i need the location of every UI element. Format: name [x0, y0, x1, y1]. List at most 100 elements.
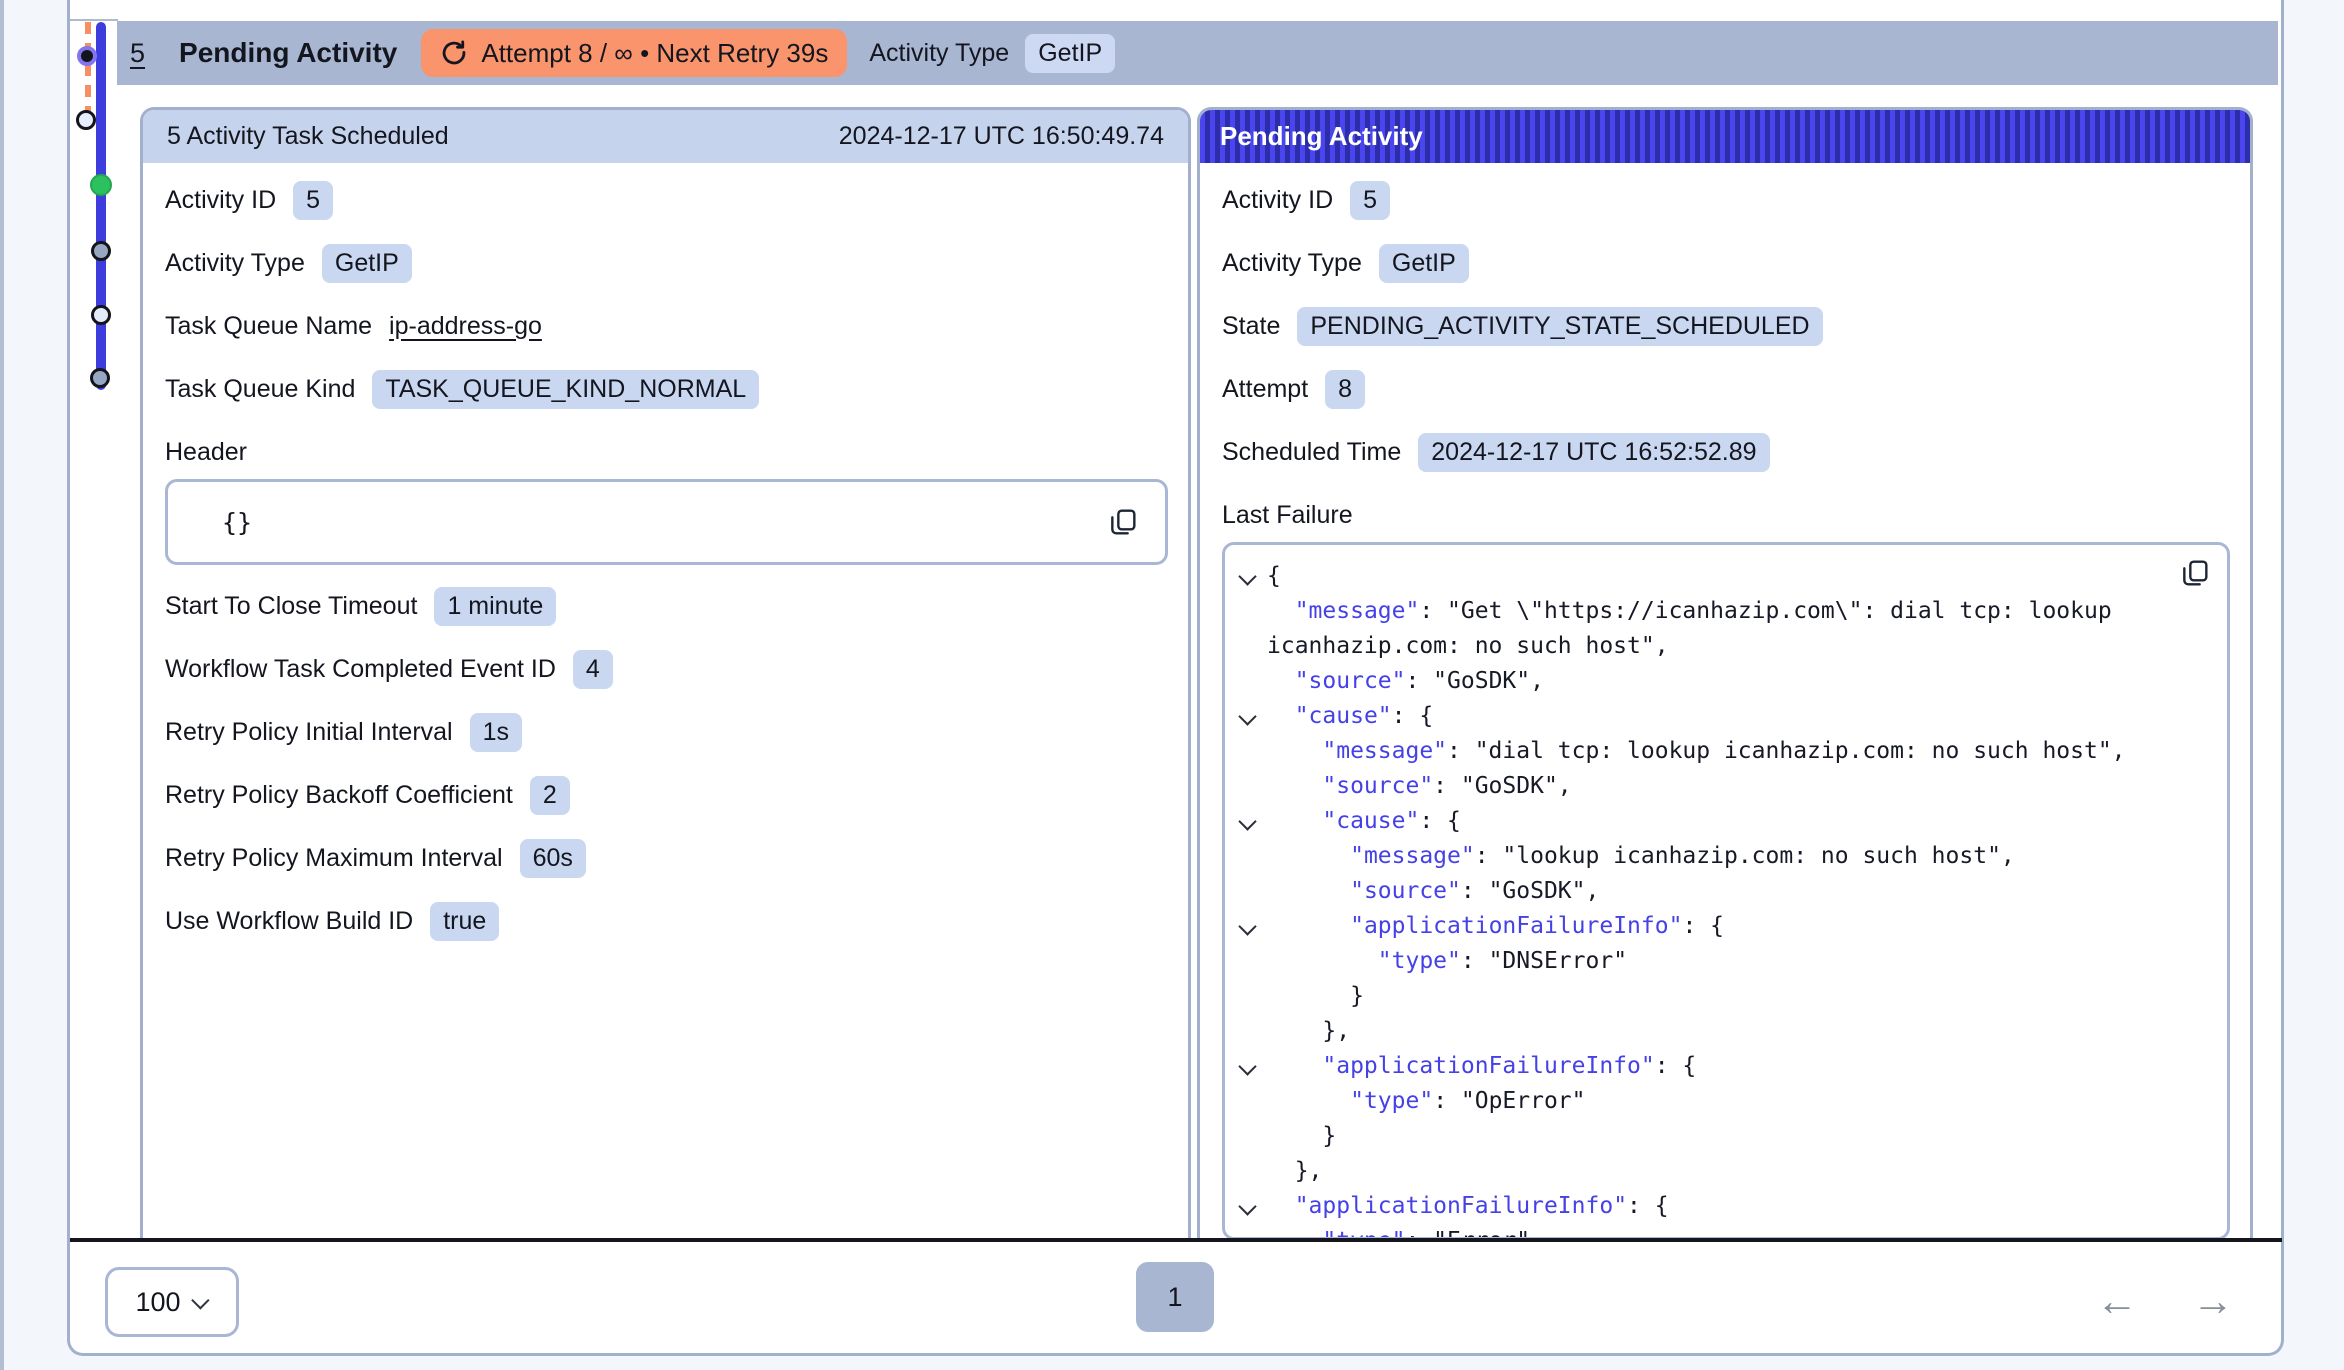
- json-text: : {: [1682, 913, 1724, 939]
- field-label: Attempt: [1222, 375, 1308, 404]
- retry-badge-label: Attempt 8 / ∞ • Next Retry 39s: [481, 38, 828, 69]
- collapse-chevron-icon[interactable]: [1238, 917, 1256, 935]
- json-viewer: { "message": "Get \"https://icanhazip.co…: [1233, 559, 2167, 1240]
- collapse-chevron-icon[interactable]: [1238, 1057, 1256, 1075]
- json-key: "type": [1350, 1088, 1433, 1114]
- page-number: 1: [1167, 1282, 1182, 1313]
- copy-button[interactable]: [1107, 506, 1139, 538]
- json-text: },: [1267, 1018, 1350, 1044]
- json-text: [1267, 598, 1295, 624]
- json-text: : {: [1392, 703, 1434, 729]
- header-payload-value: {}: [222, 508, 252, 537]
- footer-divider: [70, 1238, 2282, 1242]
- field-value: 1 minute: [434, 587, 556, 626]
- retry-icon: [440, 39, 468, 67]
- collapse-chevron-icon[interactable]: [1238, 707, 1256, 725]
- code-line: }: [1233, 1119, 2167, 1154]
- code-line: "applicationFailureInfo": {: [1233, 1049, 2167, 1084]
- field-value-link[interactable]: ip-address-go: [389, 312, 542, 341]
- json-text: [1267, 668, 1295, 694]
- field-row: Retry Policy Maximum Interval60s: [165, 839, 1168, 877]
- code-line: },: [1233, 1014, 2167, 1049]
- event-header-bar[interactable]: 5 Pending Activity Attempt 8 / ∞ • Next …: [117, 21, 2278, 85]
- field-row: Retry Policy Backoff Coefficient 2: [165, 776, 1168, 814]
- copy-button[interactable]: [2179, 557, 2211, 589]
- json-text: : "lookup icanhazip.com: no such host",: [1475, 843, 2015, 869]
- event-id-link[interactable]: 5: [130, 38, 145, 69]
- event-detail-timestamp: 2024-12-17 UTC 16:50:49.74: [839, 122, 1164, 151]
- json-key: "message": [1295, 598, 1420, 624]
- json-text: [1267, 948, 1378, 974]
- timeline-dot[interactable]: [90, 174, 112, 196]
- json-text: [1267, 878, 1350, 904]
- field-value: true: [430, 902, 499, 941]
- field-row: Activity Type GetIP: [165, 244, 1168, 282]
- timeline-dot[interactable]: [91, 305, 111, 325]
- field-row: Start To Close Timeout1 minute: [165, 587, 1168, 625]
- field-label: Retry Policy Initial Interval: [165, 718, 453, 747]
- field-label: Task Queue Kind: [165, 375, 355, 404]
- json-key: "type": [1378, 948, 1461, 974]
- code-line: "type": "DNSError": [1233, 944, 2167, 979]
- json-text: : "DNSError": [1461, 948, 1627, 974]
- previous-page-arrow[interactable]: ←: [2096, 1280, 2138, 1322]
- pending-activity-title: Pending Activity: [1220, 121, 1423, 152]
- json-text: [1267, 843, 1350, 869]
- field-value: GetIP: [1379, 244, 1469, 283]
- next-page-arrow[interactable]: →: [2192, 1280, 2234, 1322]
- field-label: Activity Type: [165, 249, 305, 278]
- json-text: : {: [1655, 1053, 1697, 1079]
- last-failure-label: Last Failure: [1222, 496, 2230, 534]
- code-line: "cause": {: [1233, 699, 2167, 734]
- json-key: "source": [1350, 878, 1461, 904]
- code-line: "applicationFailureInfo": {: [1233, 909, 2167, 944]
- field-value: 2: [530, 776, 570, 815]
- timeline-dot[interactable]: [91, 241, 111, 261]
- page-number-button[interactable]: 1: [1136, 1262, 1214, 1332]
- code-line: "message": "Get \"https://icanhazip.com\…: [1233, 594, 2167, 664]
- json-key: "applicationFailureInfo": [1295, 1193, 1627, 1219]
- page-size-select[interactable]: 100: [105, 1267, 239, 1337]
- code-line: "source": "GoSDK",: [1233, 769, 2167, 804]
- json-text: {: [1267, 563, 1281, 589]
- copy-icon: [1107, 506, 1139, 538]
- timeline-line: [96, 22, 106, 390]
- json-key: "cause": [1295, 703, 1392, 729]
- timeline-dot[interactable]: [76, 110, 96, 130]
- field-value: 8: [1325, 370, 1365, 409]
- json-text: [1267, 738, 1322, 764]
- field-value: 2024-12-17 UTC 16:52:52.89: [1418, 433, 1769, 472]
- collapse-chevron-icon[interactable]: [1238, 812, 1256, 830]
- json-key: "message": [1322, 738, 1447, 764]
- timeline-dot[interactable]: [90, 368, 110, 388]
- field-label: Activity ID: [1222, 186, 1333, 215]
- json-key: "source": [1295, 668, 1406, 694]
- last-failure-code-block[interactable]: { "message": "Get \"https://icanhazip.co…: [1222, 542, 2230, 1240]
- field-value: TASK_QUEUE_KIND_NORMAL: [372, 370, 759, 409]
- collapse-chevron-icon[interactable]: [1238, 1197, 1256, 1215]
- activity-type-chip: GetIP: [1025, 34, 1115, 73]
- json-text: }: [1267, 983, 1364, 1009]
- field-value: 5: [293, 181, 333, 220]
- field-label: Retry Policy Maximum Interval: [165, 844, 503, 873]
- field-value: GetIP: [322, 244, 412, 283]
- json-text: : "GoSDK",: [1405, 668, 1543, 694]
- code-line: "source": "GoSDK",: [1233, 664, 2167, 699]
- code-line: },: [1233, 1154, 2167, 1189]
- code-line: {: [1233, 559, 2167, 594]
- json-text: : "GoSDK",: [1461, 878, 1599, 904]
- header-payload-box: {}: [165, 479, 1168, 565]
- json-key: "applicationFailureInfo": [1350, 913, 1682, 939]
- field-label: Activity ID: [165, 186, 276, 215]
- field-value: 4: [573, 650, 613, 689]
- page-size-value: 100: [135, 1287, 180, 1318]
- field-label: Retry Policy Backoff Coefficient: [165, 781, 513, 810]
- json-key: "source": [1322, 773, 1433, 799]
- code-line: "message": "dial tcp: lookup icanhazip.c…: [1233, 734, 2167, 769]
- field-row: Use Workflow Build IDtrue: [165, 902, 1168, 940]
- timeline-dot[interactable]: [77, 46, 97, 66]
- json-text: : "GoSDK",: [1433, 773, 1571, 799]
- header-section-label: Header: [165, 433, 1168, 471]
- collapse-chevron-icon[interactable]: [1238, 567, 1256, 585]
- field-label: Workflow Task Completed Event ID: [165, 655, 556, 684]
